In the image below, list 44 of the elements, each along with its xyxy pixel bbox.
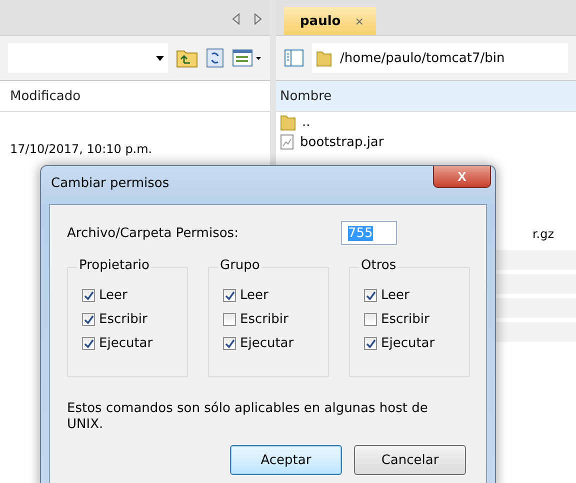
- checkbox-label[interactable]: Escribir: [99, 312, 148, 327]
- checkbox[interactable]: [364, 289, 377, 302]
- checkbox[interactable]: [364, 337, 377, 350]
- view-options-icon[interactable]: [232, 48, 262, 68]
- file-name[interactable]: r.gz: [532, 227, 554, 241]
- note-text: Estos comandos son sólo aplicables en algunas host de UNIX.: [67, 401, 429, 433]
- checkbox-label[interactable]: Ejecutar: [381, 336, 435, 351]
- column-header[interactable]: Modificado: [10, 88, 81, 104]
- checkbox-label[interactable]: Leer: [381, 288, 410, 303]
- checkbox-label[interactable]: Leer: [240, 288, 268, 303]
- folder-icon: [280, 113, 296, 131]
- checkbox[interactable]: [364, 313, 377, 326]
- file-icon: [280, 134, 294, 150]
- checkbox-label[interactable]: Escribir: [240, 312, 288, 327]
- dialog-button[interactable]: Cancelar: [354, 445, 466, 475]
- path-field[interactable]: /home/paulo/tomcat7/bin: [312, 43, 568, 73]
- caret-icon: [156, 56, 164, 60]
- checkbox-label[interactable]: Leer: [99, 288, 128, 303]
- tab[interactable]: paulo ×: [284, 7, 376, 35]
- checkbox[interactable]: [82, 313, 95, 326]
- column-header[interactable]: Nombre: [280, 88, 332, 104]
- permissions-label: Archivo/Carpeta Permisos:: [67, 226, 238, 240]
- checkbox-label[interactable]: Escribir: [381, 312, 430, 327]
- checkbox[interactable]: [223, 337, 236, 350]
- panel-icon[interactable]: [284, 48, 304, 68]
- scroll-left-icon[interactable]: [232, 13, 240, 25]
- checkbox-label[interactable]: Ejecutar: [99, 336, 153, 351]
- scroll-right-icon[interactable]: [254, 13, 262, 25]
- checkbox[interactable]: [223, 289, 236, 302]
- dialog-title: Cambiar permisos: [51, 176, 170, 191]
- checkbox-label[interactable]: Ejecutar: [240, 336, 294, 351]
- group-title: Grupo: [218, 258, 262, 273]
- checkbox[interactable]: [82, 337, 95, 350]
- file-name[interactable]: bootstrap.jar: [300, 134, 384, 150]
- close-tab-icon[interactable]: ×: [354, 14, 364, 28]
- folder-icon: [316, 49, 332, 67]
- checkbox[interactable]: [223, 313, 236, 326]
- file-name[interactable]: ..: [302, 114, 310, 130]
- dialog-button[interactable]: Aceptar: [230, 445, 342, 475]
- checkbox[interactable]: [82, 289, 95, 302]
- parent-folder-icon[interactable]: [176, 48, 198, 68]
- refresh-icon[interactable]: [206, 48, 224, 68]
- group-title: Propietario: [77, 258, 152, 273]
- date-cell-text: 17/10/2017, 10:10 p.m.: [9, 142, 154, 156]
